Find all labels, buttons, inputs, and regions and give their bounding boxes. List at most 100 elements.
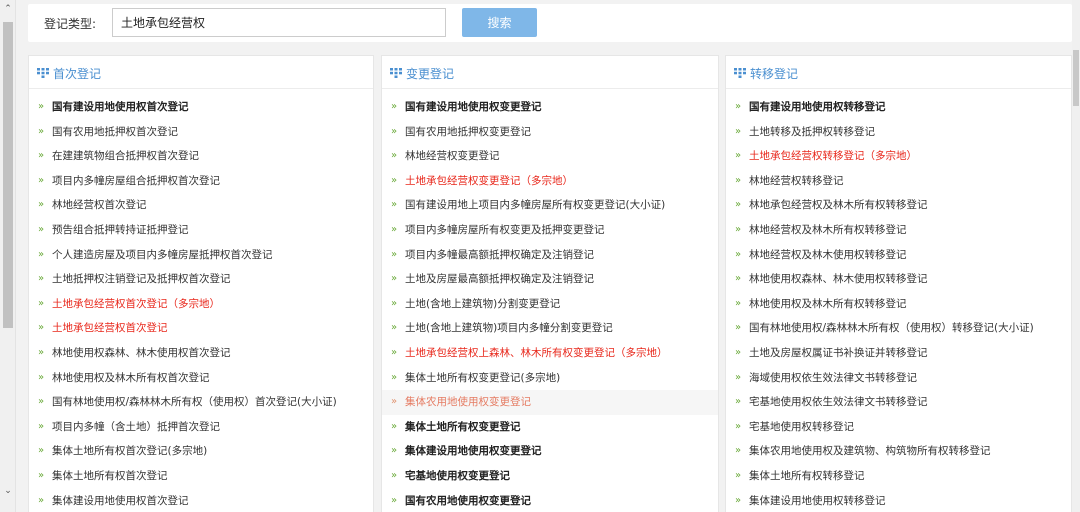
list-item[interactable]: » 项目内多幢房屋所有权变更及抵押变更登记 xyxy=(382,218,718,243)
list-item[interactable]: » 土地(含地上建筑物)分割变更登记 xyxy=(382,292,718,317)
double-chevron-right-icon: » xyxy=(391,223,398,235)
double-chevron-right-icon: » xyxy=(391,297,398,309)
item-list: » 国有建设用地使用权变更登记 » 国有农用地抵押权变更登记 » 林地经营权变更登记 » 土地… xyxy=(382,89,718,512)
list-item[interactable]: » 林地承包经营权及林木所有权转移登记 xyxy=(726,193,1071,218)
list-item[interactable]: » 集体农用地使用权变更登记 xyxy=(382,390,718,415)
list-item[interactable]: » 宅基地使用权转移登记 xyxy=(726,415,1071,440)
list-item[interactable]: » 土地承包经营权首次登记（多宗地） xyxy=(29,292,373,317)
list-item[interactable]: » 国有建设用地上项目内多幢房屋所有权变更登记(大小证) xyxy=(382,193,718,218)
list-item[interactable]: » 林地使用权森林、林木使用权首次登记 xyxy=(29,341,373,366)
list-item[interactable]: » 在建建筑物组合抵押权首次登记 xyxy=(29,144,373,169)
list-item-label: 土地转移及抵押权转移登记 xyxy=(749,125,875,138)
list-item[interactable]: » 林地使用权及林木所有权首次登记 xyxy=(29,366,373,391)
list-item[interactable]: » 集体建设用地使用权变更登记 xyxy=(382,439,718,464)
list-item-label: 项目内多幢房屋组合抵押权首次登记 xyxy=(52,174,220,187)
grid-icon xyxy=(734,68,746,78)
list-item[interactable]: » 个人建造房屋及项目内多幢房屋抵押权首次登记 xyxy=(29,243,373,268)
double-chevron-right-icon: » xyxy=(38,445,45,457)
double-chevron-right-icon: » xyxy=(391,396,398,408)
list-item[interactable]: » 土地承包经营权变更登记（多宗地） xyxy=(382,169,718,194)
double-chevron-right-icon: » xyxy=(735,101,742,112)
double-chevron-right-icon: » xyxy=(391,199,398,211)
double-chevron-right-icon: » xyxy=(38,248,45,260)
double-chevron-right-icon: » xyxy=(38,494,45,506)
list-item-label: 国有林地使用权/森林林木所有权（使用权）首次登记(大小证) xyxy=(52,396,337,409)
scrollbar-thumb[interactable] xyxy=(3,22,13,328)
list-item[interactable]: » 项目内多幢（含土地）抵押首次登记 xyxy=(29,415,373,440)
list-item[interactable]: » 国有建设用地使用权转移登记 xyxy=(726,95,1071,120)
list-item-label: 林地经营权首次登记 xyxy=(52,199,147,212)
list-item[interactable]: » 土地及房屋权属证书补换证并转移登记 xyxy=(726,341,1071,366)
double-chevron-right-icon: » xyxy=(38,273,45,285)
list-item[interactable]: » 集体建设用地使用权首次登记 xyxy=(29,489,373,512)
double-chevron-right-icon: » xyxy=(391,174,398,186)
list-item[interactable]: » 宅基地使用权依生效法律文书转移登记 xyxy=(726,390,1071,415)
list-item[interactable]: » 国有农用地抵押权首次登记 xyxy=(29,120,373,145)
double-chevron-right-icon: » xyxy=(38,150,45,162)
list-item[interactable]: » 国有农用地抵押权变更登记 xyxy=(382,120,718,145)
double-chevron-right-icon: » xyxy=(38,322,45,334)
list-item[interactable]: » 国有建设用地使用权变更登记 xyxy=(382,95,718,120)
double-chevron-right-icon: » xyxy=(391,371,398,383)
double-chevron-right-icon: » xyxy=(391,101,398,112)
list-item[interactable]: » 土地承包经营权上森林、林木所有权变更登记（多宗地） xyxy=(382,341,718,366)
list-item[interactable]: » 林地经营权变更登记 xyxy=(382,144,718,169)
left-scrollbar[interactable]: ⌃ ⌄ xyxy=(0,0,16,512)
list-item[interactable]: » 海域使用权依生效法律文书转移登记 xyxy=(726,366,1071,391)
list-item[interactable]: » 林地经营权及林木所有权转移登记 xyxy=(726,218,1071,243)
list-item-label: 集体建设用地使用权变更登记 xyxy=(405,445,542,458)
double-chevron-right-icon: » xyxy=(38,174,45,186)
list-item[interactable]: » 预告组合抵押转持证抵押登记 xyxy=(29,218,373,243)
double-chevron-right-icon: » xyxy=(38,199,45,211)
list-item-label: 集体建设用地使用权首次登记 xyxy=(52,494,189,507)
list-item[interactable]: » 宅基地使用权变更登记 xyxy=(382,464,718,489)
list-item[interactable]: » 集体土地所有权变更登记(多宗地) xyxy=(382,366,718,391)
double-chevron-right-icon: » xyxy=(735,223,742,235)
chevron-down-icon[interactable]: ⌄ xyxy=(0,484,16,498)
list-item[interactable]: » 国有林地使用权/森林林木所有权（使用权）首次登记(大小证) xyxy=(29,390,373,415)
double-chevron-right-icon: » xyxy=(391,346,398,358)
panel-header: 转移登记 xyxy=(726,56,1071,89)
list-item-label: 国有建设用地使用权转移登记 xyxy=(749,101,886,113)
list-item[interactable]: » 国有建设用地使用权首次登记 xyxy=(29,95,373,120)
list-item[interactable]: » 林地经营权转移登记 xyxy=(726,169,1071,194)
search-input[interactable] xyxy=(112,8,446,37)
list-item-label: 土地承包经营权变更登记（多宗地） xyxy=(405,174,573,187)
double-chevron-right-icon: » xyxy=(735,445,742,457)
list-item[interactable]: » 集体土地所有权转移登记 xyxy=(726,464,1071,489)
panel-title: 变更登记 xyxy=(406,67,455,81)
list-item[interactable]: » 集体建设用地使用权转移登记 xyxy=(726,489,1071,512)
list-item[interactable]: » 集体土地所有权首次登记(多宗地) xyxy=(29,439,373,464)
list-item[interactable]: » 土地(含地上建筑物)项目内多幢分割变更登记 xyxy=(382,316,718,341)
chevron-up-icon[interactable]: ⌃ xyxy=(0,2,16,16)
list-item[interactable]: » 集体农用地使用权及建筑物、构筑物所有权转移登记 xyxy=(726,439,1071,464)
search-label: 登记类型: xyxy=(44,17,97,31)
right-scrollbar[interactable] xyxy=(1072,0,1080,512)
scrollbar-thumb[interactable] xyxy=(1073,50,1079,106)
list-item-label: 国有建设用地上项目内多幢房屋所有权变更登记(大小证) xyxy=(405,199,666,212)
list-item[interactable]: » 项目内多幢最高额抵押权确定及注销登记 xyxy=(382,243,718,268)
list-item[interactable]: » 林地经营权及林木使用权转移登记 xyxy=(726,243,1071,268)
list-item[interactable]: » 土地承包经营权转移登记（多宗地） xyxy=(726,144,1071,169)
list-item-label: 土地承包经营权首次登记 xyxy=(52,322,168,335)
list-item[interactable]: » 集体土地所有权首次登记 xyxy=(29,464,373,489)
list-item[interactable]: » 国有林地使用权/森林林木所有权（使用权）转移登记(大小证) xyxy=(726,316,1071,341)
list-item-label: 林地使用权及林木所有权首次登记 xyxy=(52,371,210,384)
search-button[interactable]: 搜索 xyxy=(462,8,537,37)
list-item[interactable]: » 土地承包经营权首次登记 xyxy=(29,316,373,341)
item-list: » 国有建设用地使用权首次登记 » 国有农用地抵押权首次登记 » 在建建筑物组合抵押权首次… xyxy=(29,89,373,512)
list-item[interactable]: » 集体土地所有权变更登记 xyxy=(382,415,718,440)
list-item[interactable]: » 林地经营权首次登记 xyxy=(29,193,373,218)
list-item[interactable]: » 土地及房屋最高额抵押权确定及注销登记 xyxy=(382,267,718,292)
list-item[interactable]: » 项目内多幢房屋组合抵押权首次登记 xyxy=(29,169,373,194)
list-item[interactable]: » 土地转移及抵押权转移登记 xyxy=(726,120,1071,145)
list-item[interactable]: » 林地使用权森林、林木使用权转移登记 xyxy=(726,267,1071,292)
list-item[interactable]: » 国有农用地使用权变更登记 xyxy=(382,489,718,512)
double-chevron-right-icon: » xyxy=(38,223,45,235)
search-bar: 登记类型: 搜索 xyxy=(28,4,1072,42)
list-item-label: 个人建造房屋及项目内多幢房屋抵押权首次登记 xyxy=(52,248,273,261)
double-chevron-right-icon: » xyxy=(735,322,742,334)
list-item[interactable]: » 林地使用权及林木所有权转移登记 xyxy=(726,292,1071,317)
list-item[interactable]: » 土地抵押权注销登记及抵押权首次登记 xyxy=(29,267,373,292)
list-item-label: 集体土地所有权转移登记 xyxy=(749,469,865,482)
